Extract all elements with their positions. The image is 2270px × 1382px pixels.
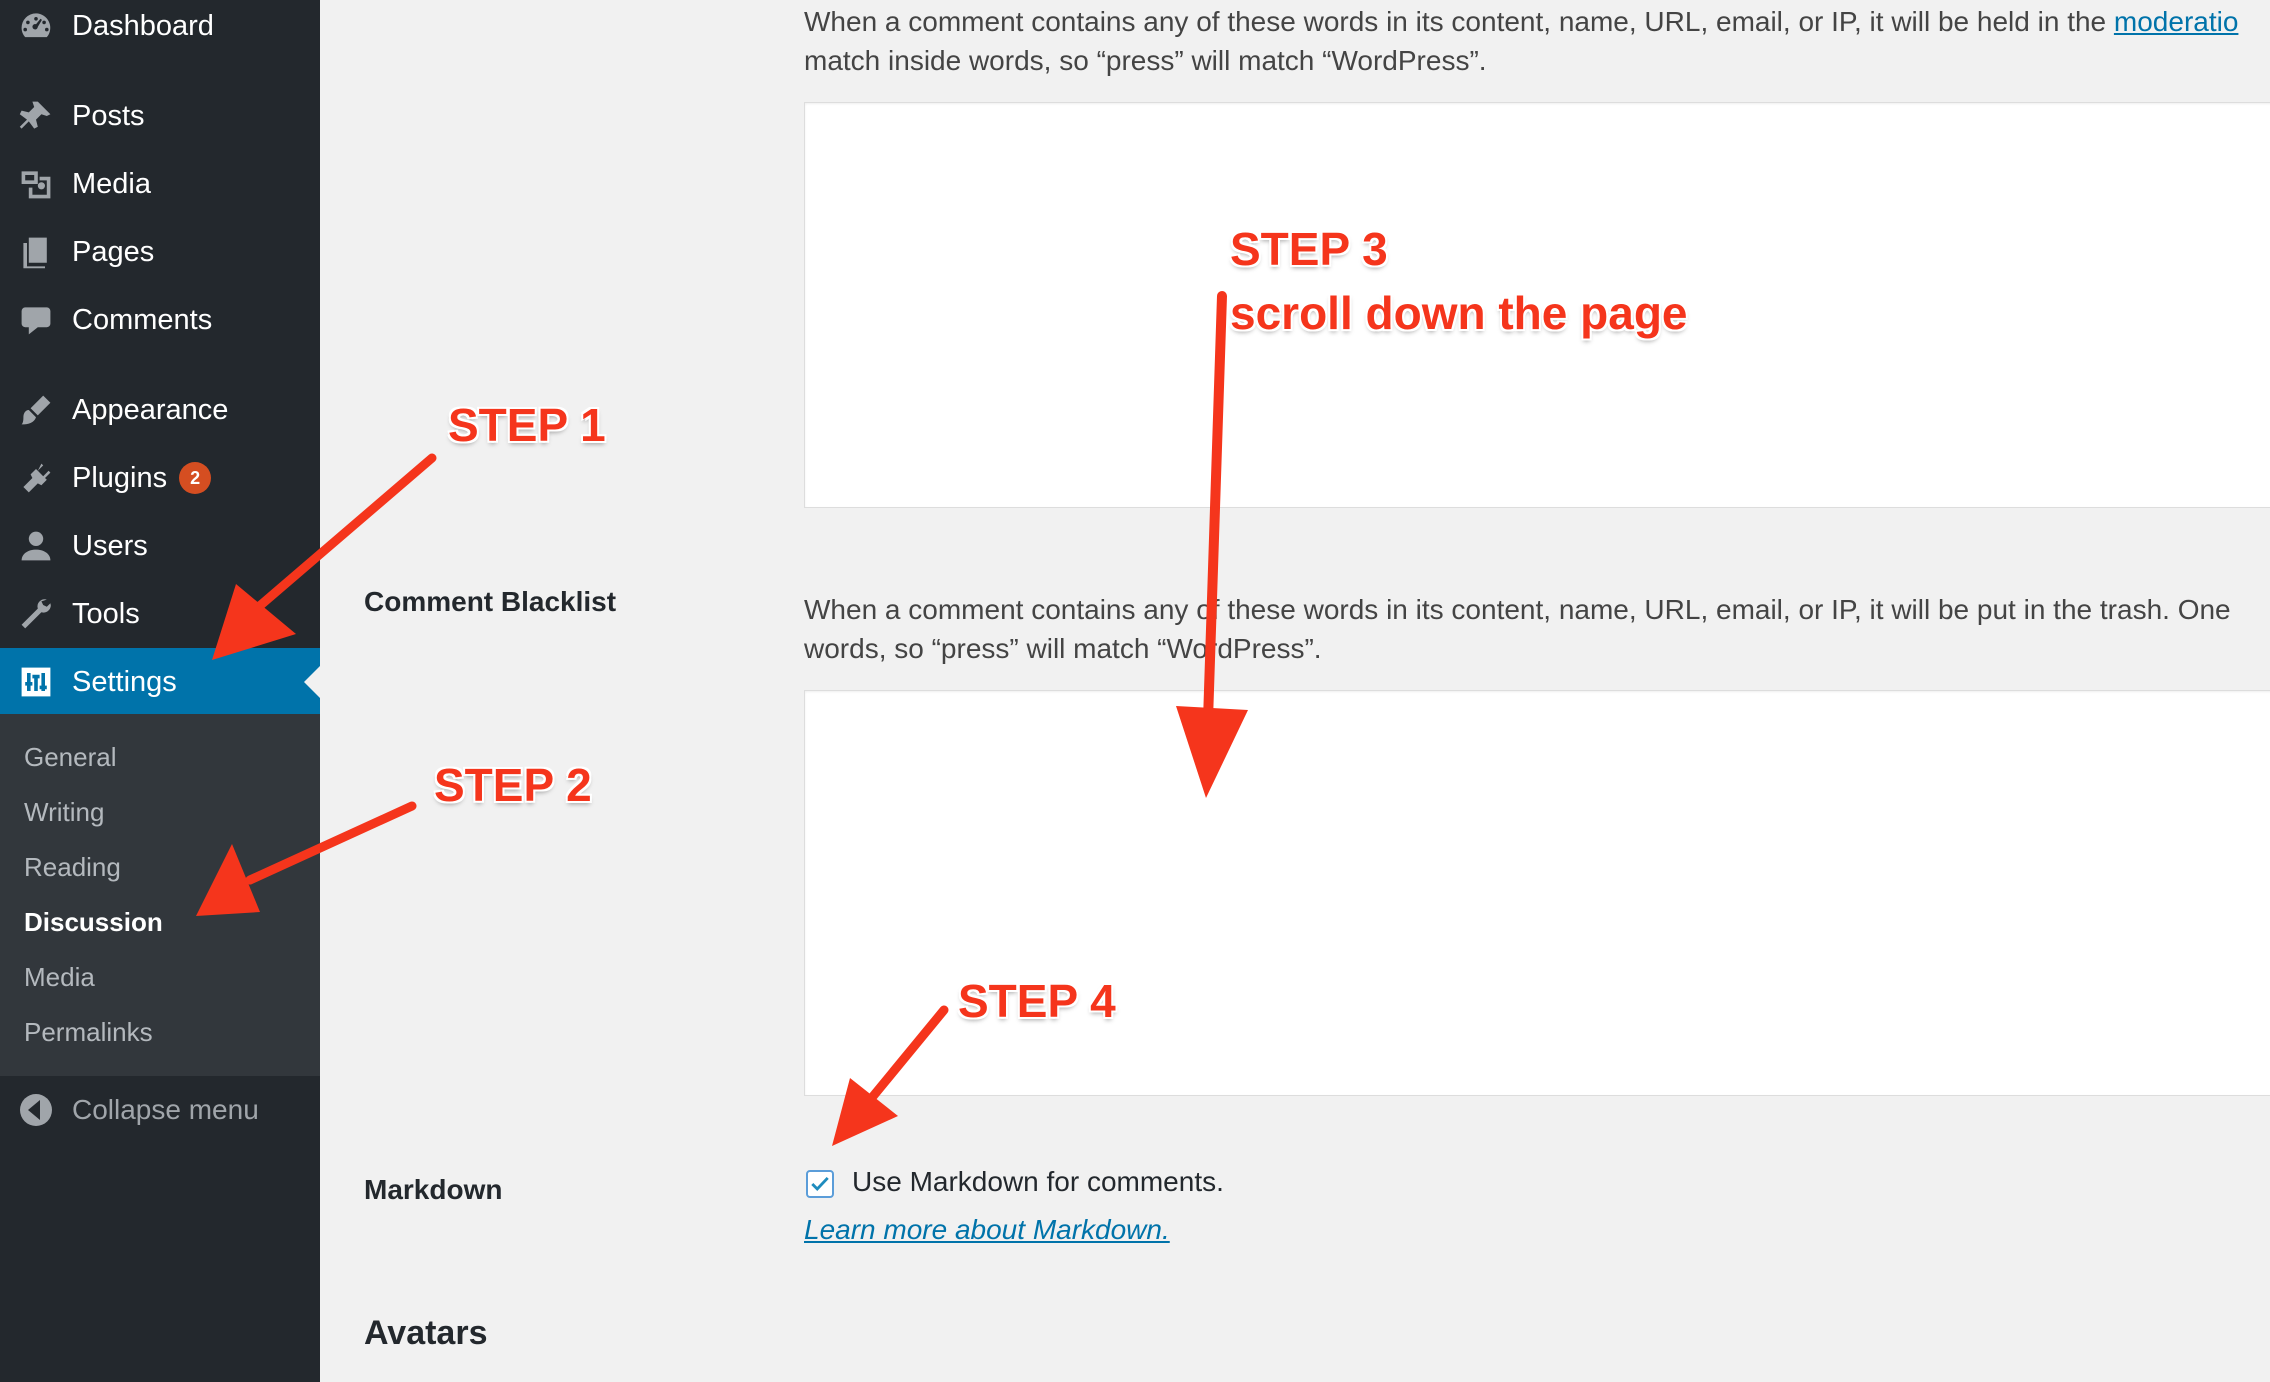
sidebar-item-users[interactable]: Users [0,512,320,580]
markdown-label: Markdown [364,1174,503,1205]
sidebar-item-label: Plugins [72,461,168,494]
sidebar-item-posts[interactable]: Posts [0,82,320,150]
blacklist-keys-textarea[interactable] [804,690,2270,1096]
step3-annotation: STEP 3 [1230,223,1388,275]
submenu-item-reading[interactable]: Reading [24,852,121,883]
moderation-desc-text: When a comment contains any of these wor… [804,6,2114,37]
blacklist-description-line2: words, so “press” will match “WordPress”… [804,633,1322,664]
sidebar-item-appearance[interactable]: Appearance [0,376,320,444]
sidebar-item-label: Tools [72,597,140,630]
checkmark-icon [811,1176,829,1191]
plugin-icon [16,458,56,498]
sidebar-item-pages[interactable]: Pages [0,218,320,286]
sidebar-item-label: Settings [72,665,177,698]
pages-icon [16,232,56,272]
sidebar-item-tools[interactable]: Tools [0,580,320,648]
moderation-description: When a comment contains any of these wor… [804,2,2270,42]
submenu-item-writing[interactable]: Writing [24,797,104,828]
sidebar-item-label: Appearance [72,393,229,426]
comment-blacklist-label: Comment Blacklist [364,586,617,617]
media-icon [16,164,56,204]
step2-annotation: STEP 2 [434,759,592,811]
sidebar-item-plugins[interactable]: Plugins 2 [0,444,320,512]
wrench-icon [16,594,56,634]
submenu-item-discussion[interactable]: Discussion [24,907,163,938]
learn-markdown-link[interactable]: Learn more about Markdown. [804,1214,1170,1246]
submenu-item-media[interactable]: Media [24,962,95,993]
moderation-queue-link[interactable]: moderatio [2114,6,2239,37]
pin-icon [16,96,56,136]
collapse-arrow-icon [16,1090,56,1130]
comment-icon [16,300,56,340]
sidebar-item-label: Dashboard [72,9,214,42]
use-markdown-checkbox[interactable] [806,1170,834,1198]
settings-icon [16,662,56,702]
use-markdown-label[interactable]: Use Markdown for comments. [852,1166,1224,1198]
settings-submenu: General Writing Reading Discussion Media… [0,714,320,1076]
sidebar-item-label: Users [72,529,148,562]
sidebar-item-comments[interactable]: Comments [0,286,320,354]
step3-instruction: scroll down the page [1230,287,1688,339]
step4-annotation: STEP 4 [958,975,1116,1027]
blacklist-description: When a comment contains any of these wor… [804,594,2231,625]
sidebar-item-label: Comments [72,303,213,336]
sidebar-item-label: Media [72,167,151,200]
sidebar-item-dashboard[interactable]: Dashboard [0,0,320,60]
dashboard-icon [16,6,56,46]
sidebar-item-media[interactable]: Media [0,150,320,218]
submenu-item-general[interactable]: General [24,742,117,773]
avatars-section-heading: Avatars [364,1314,488,1352]
admin-sidebar: Dashboard Posts Media Pages Comments App… [0,0,320,1382]
sidebar-item-label: Pages [72,235,155,268]
collapse-menu-button[interactable]: Collapse menu [0,1080,320,1140]
sidebar-item-settings[interactable]: Settings [0,648,320,716]
sidebar-item-label: Posts [72,99,145,132]
collapse-menu-label: Collapse menu [72,1094,259,1125]
update-count-badge: 2 [179,462,212,494]
moderation-description-line2: match inside words, so “press” will matc… [804,45,1487,76]
step1-annotation: STEP 1 [448,399,606,451]
submenu-item-permalinks[interactable]: Permalinks [24,1017,153,1048]
brush-icon [16,390,56,430]
user-icon [16,526,56,566]
